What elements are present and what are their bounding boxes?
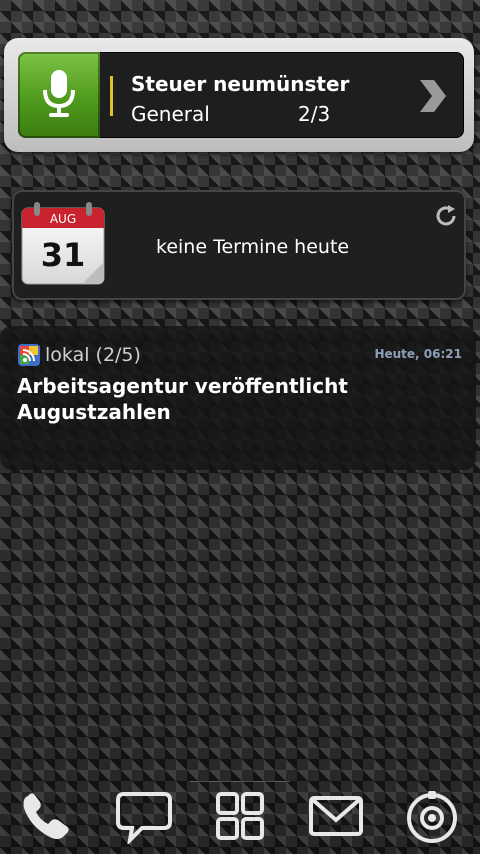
apps-icon[interactable] <box>212 790 268 844</box>
feed-category: General <box>131 102 210 126</box>
calendar-day: 31 <box>41 236 86 274</box>
calendar-widget[interactable]: AUG 31 keine Termine heute <box>12 190 466 300</box>
calendar-icon: AUG 31 <box>21 202 105 285</box>
feed-accent-bar <box>110 76 113 116</box>
news-source: lokal (2/5) <box>45 344 141 366</box>
news-timestamp: Heute, 06:21 <box>374 347 462 361</box>
news-headline[interactable]: Arbeitsagentur veröffentlicht Augustzahl… <box>17 373 457 425</box>
phone-icon[interactable] <box>18 790 74 844</box>
calendar-status: keine Termine heute <box>156 236 350 258</box>
calendar-month: AUG <box>50 212 76 226</box>
rss-icon <box>18 344 40 366</box>
microphone-icon <box>43 70 75 117</box>
chevron-right-icon[interactable] <box>416 78 448 114</box>
messages-icon[interactable] <box>116 790 172 844</box>
voice-widget[interactable]: Steuer neumünster General 2/3 <box>18 52 464 138</box>
microphone-button[interactable] <box>18 52 100 138</box>
news-widget[interactable]: lokal (2/5) Heute, 06:21 Arbeitsagentur … <box>0 326 476 470</box>
feed-page-counter: 2/3 <box>298 102 331 126</box>
mail-icon[interactable] <box>308 790 364 844</box>
feed-title: Steuer neumünster <box>131 72 350 96</box>
camera-icon[interactable] <box>404 790 460 844</box>
refresh-icon[interactable] <box>434 204 458 228</box>
dock-divider <box>190 781 290 782</box>
